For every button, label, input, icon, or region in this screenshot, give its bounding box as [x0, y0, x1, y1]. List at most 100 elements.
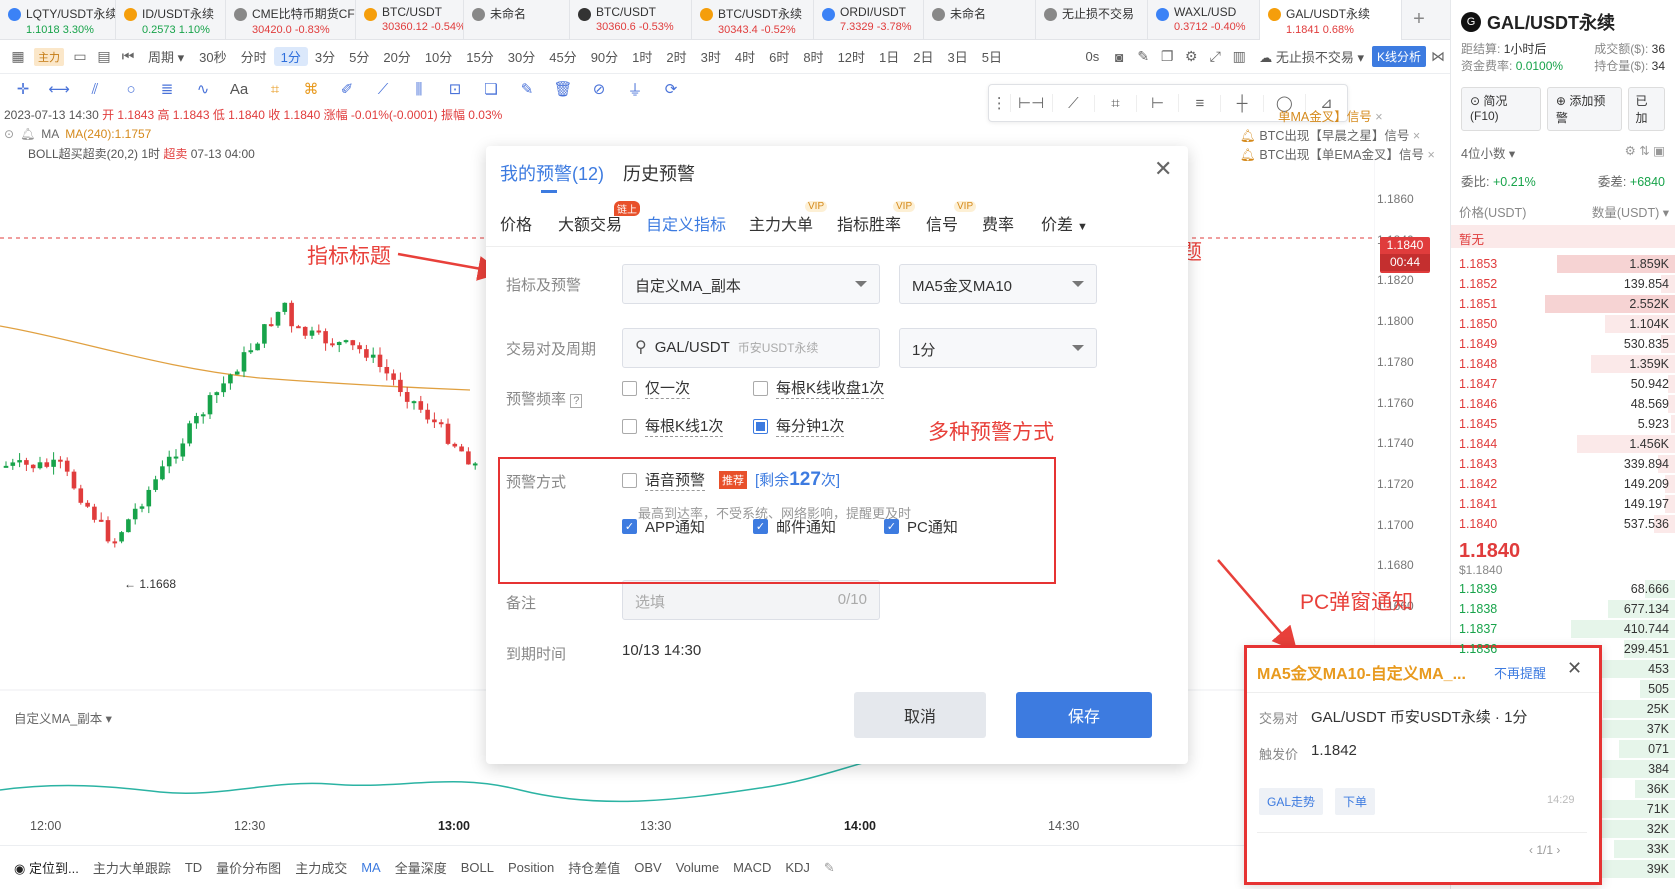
- layout-icon[interactable]: ▥: [1227, 47, 1251, 67]
- help-icon[interactable]: ?: [570, 394, 583, 408]
- interval-option[interactable]: 2日: [906, 47, 940, 66]
- circle-icon[interactable]: ○: [116, 79, 146, 99]
- add-alert-button[interactable]: ⊕ 添加预警: [1546, 87, 1623, 131]
- interval-option[interactable]: 20分: [376, 47, 417, 66]
- eye-off-icon[interactable]: ⊘: [584, 79, 614, 99]
- settings-icon[interactable]: ⚙: [1179, 47, 1203, 67]
- interval-option[interactable]: 2时: [659, 47, 693, 66]
- ask-row[interactable]: 1.1846 48.569: [1451, 394, 1675, 414]
- freq-checkbox[interactable]: 仅一次: [622, 377, 691, 399]
- interval-option[interactable]: 90分: [584, 47, 625, 66]
- f10-button[interactable]: ⊙ 简况(F10): [1461, 87, 1541, 131]
- wave-icon[interactable]: ∿: [188, 79, 218, 99]
- symbol-tab[interactable]: LQTY/USDT永续 1.1018 3.30%: [0, 0, 116, 40]
- interval-option[interactable]: 12时: [831, 47, 872, 66]
- indicator-tab[interactable]: MA: [361, 860, 381, 875]
- ask-row[interactable]: 1.1842 149.209: [1451, 474, 1675, 494]
- notice-close-icon[interactable]: ✕: [1567, 658, 1582, 679]
- subtab[interactable]: 主力大单 VIP: [749, 201, 828, 235]
- tab-my-alerts[interactable]: 我的预警(12): [500, 160, 604, 186]
- ask-row[interactable]: 1.1845 5.923: [1451, 414, 1675, 434]
- qty-dropdown[interactable]: 数量(USDT) ▾: [1592, 202, 1669, 221]
- subtab[interactable]: 信号 VIP: [926, 201, 977, 235]
- ask-row[interactable]: 1.1853 1.859K: [1451, 254, 1675, 274]
- signal-item[interactable]: 单MA金叉】信号 ×: [1240, 108, 1435, 127]
- main-button[interactable]: 主力: [34, 47, 64, 66]
- ask-row[interactable]: 1.1851 2.552K: [1451, 294, 1675, 314]
- freq-checkbox[interactable]: 每根K线收盘1次: [753, 377, 885, 399]
- indicator-tab[interactable]: 主力成交: [295, 858, 347, 877]
- filter-icon[interactable]: ⏚: [620, 79, 650, 99]
- fib-icon[interactable]: ≣: [152, 79, 182, 99]
- indicator-tab[interactable]: 全量深度: [395, 858, 447, 877]
- ruler-tool-icon[interactable]: ⌗: [1095, 94, 1138, 112]
- ask-row[interactable]: 1.1847 50.942: [1451, 374, 1675, 394]
- indicator-tab[interactable]: TD: [185, 860, 202, 875]
- interval-option[interactable]: 1分: [273, 47, 308, 66]
- indicator-tab[interactable]: 持仓差值: [568, 858, 620, 877]
- symbol-tab[interactable]: BTC/USDT 30360.6 -0.53%: [570, 0, 692, 40]
- subtab[interactable]: 价格: [500, 211, 532, 235]
- ask-row[interactable]: 1.1852 139.854: [1451, 274, 1675, 294]
- interval-option[interactable]: 3日: [941, 47, 975, 66]
- ask-row[interactable]: 1.1850 1.104K: [1451, 314, 1675, 334]
- indicator-tab[interactable]: ◉ 定位到...: [14, 858, 79, 877]
- symbol-tab[interactable]: 未命名: [924, 0, 1036, 40]
- share-icon[interactable]: ⋈: [1426, 47, 1450, 67]
- symbol-tab[interactable]: WAXL/USD 0.3712 -0.40%: [1148, 0, 1260, 40]
- interval-option[interactable]: 8时: [796, 47, 830, 66]
- no-remind-link[interactable]: 不再提醒: [1494, 663, 1546, 682]
- indicator-tab[interactable]: KDJ: [785, 860, 810, 875]
- symbol-tab[interactable]: CME比特币期货CF 30420.0 -0.83%: [226, 0, 356, 40]
- interval-option[interactable]: 5日: [975, 47, 1009, 66]
- bar-pattern-icon[interactable]: ⫼: [404, 79, 434, 99]
- bell-icon[interactable]: 🔔︎: [20, 127, 35, 141]
- bid-row[interactable]: 1.1839 68.666: [1451, 579, 1675, 599]
- trash-icon[interactable]: 🗑︎: [548, 79, 578, 99]
- magnet-icon[interactable]: ⌘: [296, 79, 326, 99]
- notice-pager[interactable]: ‹ 1/1 ›: [1529, 843, 1560, 857]
- add-tab-icon[interactable]: +: [1402, 0, 1436, 39]
- indicator-tab[interactable]: Position: [508, 860, 554, 875]
- freq-checkbox[interactable]: 每根K线1次: [622, 415, 724, 437]
- subtab[interactable]: 指标胜率 VIP: [837, 201, 916, 235]
- camera-snapshot-icon[interactable]: ◙: [1107, 47, 1131, 67]
- pair-input[interactable]: ⚲ GAL/USDT 币安USDT永续: [622, 328, 880, 368]
- interval-option[interactable]: 分时: [234, 47, 274, 66]
- save-button[interactable]: 保存: [1016, 692, 1152, 738]
- channel-icon[interactable]: ≡: [1179, 94, 1222, 112]
- ray-icon[interactable]: ⟋: [1053, 94, 1095, 112]
- interval-option[interactable]: 3时: [694, 47, 728, 66]
- ask-row[interactable]: 1.1841 149.197: [1451, 494, 1675, 514]
- ask-row[interactable]: 1.1840 537.536: [1451, 514, 1675, 534]
- interval-option[interactable]: 1日: [872, 47, 906, 66]
- interval-option[interactable]: 10分: [418, 47, 459, 66]
- interval-option[interactable]: 45分: [542, 47, 583, 66]
- horizontal-line-icon[interactable]: ⟷: [44, 79, 74, 99]
- indicator-tab[interactable]: OBV: [634, 860, 661, 875]
- camera-icon[interactable]: ▭: [68, 47, 92, 67]
- calendar-icon[interactable]: ▤: [92, 47, 116, 67]
- period-select[interactable]: 1分: [899, 328, 1097, 368]
- ask-row[interactable]: 1.1843 339.894: [1451, 454, 1675, 474]
- refresh-icon[interactable]: ⟳: [656, 79, 686, 99]
- symbol-tab[interactable]: 无止损不交易: [1036, 0, 1148, 40]
- ask-row[interactable]: 1.1849 530.835: [1451, 334, 1675, 354]
- edit-icon[interactable]: ✎: [512, 79, 542, 99]
- order-chip[interactable]: 下单: [1335, 788, 1376, 815]
- freq-checkbox[interactable]: 每分钟1次: [753, 415, 845, 437]
- h-ray-icon[interactable]: ⊢: [1137, 94, 1180, 112]
- gal-trend-chip[interactable]: GAL走势: [1259, 788, 1324, 815]
- symbol-tab[interactable]: ORDI/USDT 7.3329 -3.78%: [814, 0, 924, 40]
- decimal-dropdown[interactable]: 4位小数 ▾: [1461, 143, 1515, 162]
- bid-row[interactable]: 1.1838 677.134: [1451, 599, 1675, 619]
- rewind-icon[interactable]: ⏮: [116, 47, 140, 67]
- period-dropdown[interactable]: 周期 ▾: [140, 47, 192, 66]
- interval-option[interactable]: 4时: [728, 47, 762, 66]
- collapse-icon[interactable]: ⊙: [4, 127, 14, 141]
- drag-handle-icon[interactable]: ⋮: [989, 94, 1011, 112]
- subtab[interactable]: 自定义指标: [646, 211, 726, 235]
- symbol-tab[interactable]: BTC/USDT 30360.12 -0.54%: [356, 0, 464, 40]
- interval-option[interactable]: 6时: [762, 47, 796, 66]
- indicator-tab[interactable]: 主力大单跟踪: [93, 858, 171, 877]
